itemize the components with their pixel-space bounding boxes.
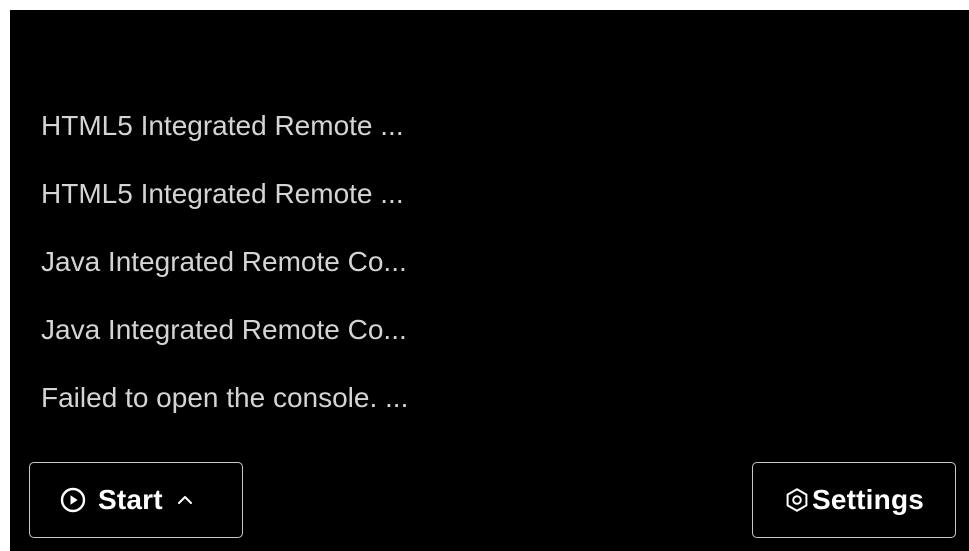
play-circle-icon: [60, 487, 86, 513]
menu-item-html5-remote-console-1[interactable]: HTML5 Integrated Remote ...: [10, 106, 530, 174]
settings-button-label: Settings: [811, 484, 925, 515]
start-button-label: Start: [98, 484, 163, 515]
settings-button[interactable]: Settings: [752, 462, 956, 538]
settings-gear-icon: [784, 487, 810, 513]
menu-item-java-remote-console-2[interactable]: Java Integrated Remote Co...: [10, 310, 530, 378]
menu-item-console-error[interactable]: Failed to open the console. ...: [10, 378, 530, 446]
chevron-up-icon: [175, 493, 195, 507]
menu-item-html5-remote-console-2[interactable]: HTML5 Integrated Remote ...: [10, 174, 530, 242]
console-launcher-panel: HTML5 Integrated Remote ... HTML5 Integr…: [10, 10, 969, 551]
console-menu-list: HTML5 Integrated Remote ... HTML5 Integr…: [10, 106, 530, 446]
start-button[interactable]: Start: [29, 462, 243, 538]
menu-item-java-remote-console-1[interactable]: Java Integrated Remote Co...: [10, 242, 530, 310]
